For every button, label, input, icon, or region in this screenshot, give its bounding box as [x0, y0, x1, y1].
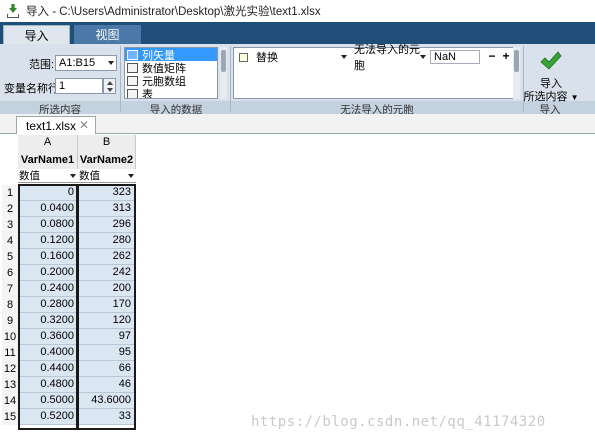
table-cell[interactable]: 95 [78, 345, 135, 361]
remove-rule-button[interactable]: − [486, 50, 498, 63]
table-cell[interactable]: 170 [78, 297, 135, 313]
table-cell[interactable]: 262 [78, 249, 135, 265]
table-cell[interactable]: 0.4000 [19, 345, 78, 361]
row-number[interactable]: 8 [2, 297, 18, 313]
varname-row-input[interactable]: 1 [55, 78, 103, 94]
rules-scrollbar[interactable] [513, 47, 520, 99]
chevron-down-icon: ▼ [570, 93, 579, 102]
table-cell[interactable]: 33 [78, 409, 135, 425]
column-type-dropdown[interactable]: 数值 [18, 169, 78, 183]
row-number[interactable]: 5 [2, 249, 18, 265]
watermark-text: https://blog.csdn.net/qq_41174320 [251, 414, 546, 430]
table-cell[interactable]: 0.1600 [19, 249, 78, 265]
table-cell[interactable]: 0.1200 [19, 233, 78, 249]
table-cell[interactable]: 280 [78, 233, 135, 249]
check-icon [540, 51, 562, 70]
table-cell[interactable]: 323 [78, 185, 135, 201]
column-vectors-icon [127, 49, 138, 60]
table-cell[interactable]: 313 [78, 201, 135, 217]
document-tab-bar: text1.xlsx ✕ [0, 114, 595, 134]
row-number[interactable]: 4 [2, 233, 18, 249]
output-type-cell-array[interactable]: 元胞数组 [125, 74, 217, 88]
add-rule-button[interactable]: + [500, 50, 512, 63]
table-cell[interactable]: 0.3600 [19, 329, 78, 345]
table-cell[interactable]: 200 [78, 281, 135, 297]
table-cell[interactable]: 0.0800 [19, 217, 78, 233]
scrollbar-thumb[interactable] [514, 50, 519, 72]
table-cell[interactable]: 0.3200 [19, 313, 78, 329]
range-value: A1:B15 [59, 57, 96, 69]
table-cell[interactable]: 0.0400 [19, 201, 78, 217]
output-type-scrollbar[interactable] [220, 47, 227, 99]
row-number[interactable]: 9 [2, 313, 18, 329]
column-header-b[interactable]: B [78, 135, 136, 149]
tab-import[interactable]: 导入 [3, 25, 70, 44]
tab-view[interactable]: 视图 [74, 25, 141, 44]
rule-condition-dropdown[interactable]: 无法导入的元胞 [351, 44, 428, 72]
column-header-a[interactable]: A [18, 135, 78, 149]
import-selection-button[interactable]: 导入 所选内容 ▼ [524, 48, 578, 103]
unimportable-rules-panel: 替换 无法导入的元胞 NaN − + [233, 44, 517, 99]
document-tab[interactable]: text1.xlsx ✕ [16, 116, 96, 134]
numeric-matrix-icon [127, 62, 138, 73]
ribbon-separator [120, 46, 121, 112]
rule-checkbox[interactable] [239, 53, 248, 62]
row-number[interactable]: 6 [2, 265, 18, 281]
varname-row-stepper[interactable] [103, 78, 116, 94]
table-cell[interactable]: 66 [78, 361, 135, 377]
row-number[interactable]: 13 [2, 377, 18, 393]
table-cell[interactable]: 242 [78, 265, 135, 281]
scrollbar-thumb[interactable] [221, 50, 226, 72]
chevron-down-icon [128, 174, 134, 178]
stepper-up-icon [107, 81, 113, 85]
table-cell[interactable]: 0.2800 [19, 297, 78, 313]
table-cell[interactable]: 0.2400 [19, 281, 78, 297]
row-number[interactable]: 2 [2, 201, 18, 217]
replacement-value-input[interactable]: NaN [430, 50, 480, 64]
range-label: 范围: [29, 59, 55, 71]
chevron-down-icon [341, 55, 347, 59]
table-cell[interactable]: 0.2000 [19, 265, 78, 281]
table-cell[interactable]: 46 [78, 377, 135, 393]
table-cell[interactable]: 296 [78, 217, 135, 233]
table-cell[interactable]: 43.6000 [78, 393, 135, 409]
range-dropdown[interactable]: A1:B15 [55, 55, 117, 71]
title-bar: 导入 - C:\Users\Administrator\Desktop\激光实验… [0, 0, 595, 22]
row-number[interactable]: 14 [2, 393, 18, 409]
column-type-dropdown[interactable]: 数值 [78, 169, 136, 183]
output-type-list[interactable]: 列矢量 数值矩阵 元胞数组 表 [124, 47, 218, 99]
row-number[interactable]: 3 [2, 217, 18, 233]
table-cell[interactable]: 0.5200 [19, 409, 78, 425]
import-app-icon [6, 4, 20, 18]
varname-row-value: 1 [59, 80, 66, 92]
unimportable-rule-row: 替换 无法导入的元胞 NaN − + [235, 44, 515, 72]
stepper-down-icon [107, 88, 113, 92]
row-number[interactable]: 10 [2, 329, 18, 345]
row-number[interactable]: 1 [2, 185, 18, 201]
cell-array-icon [127, 75, 138, 86]
table-cell[interactable]: 0.5000 [19, 393, 78, 409]
chevron-down-icon [108, 61, 114, 65]
table-cell[interactable]: 0 [19, 185, 78, 201]
document-tab-label: text1.xlsx [26, 118, 77, 133]
window-title: 导入 - C:\Users\Administrator\Desktop\激光实验… [26, 6, 321, 18]
chevron-down-icon [420, 55, 426, 59]
close-icon[interactable]: ✕ [79, 118, 89, 132]
row-number[interactable]: 12 [2, 361, 18, 377]
output-type-table[interactable]: 表 [125, 87, 217, 98]
table-icon [127, 88, 138, 98]
rule-action-dropdown[interactable]: 替换 [253, 50, 349, 64]
row-number[interactable]: 7 [2, 281, 18, 297]
row-number[interactable]: 11 [2, 345, 18, 361]
varname-row-label: 变量名称行: [4, 83, 63, 95]
table-cell[interactable]: 0.4400 [19, 361, 78, 377]
row-number[interactable]: 15 [2, 409, 18, 425]
table-cell[interactable]: 0.4800 [19, 377, 78, 393]
ribbon-tab-strip: 导入 视图 [0, 22, 595, 44]
table-cell[interactable]: 97 [78, 329, 135, 345]
table-cell[interactable]: 120 [78, 313, 135, 329]
chevron-down-icon [70, 174, 76, 178]
